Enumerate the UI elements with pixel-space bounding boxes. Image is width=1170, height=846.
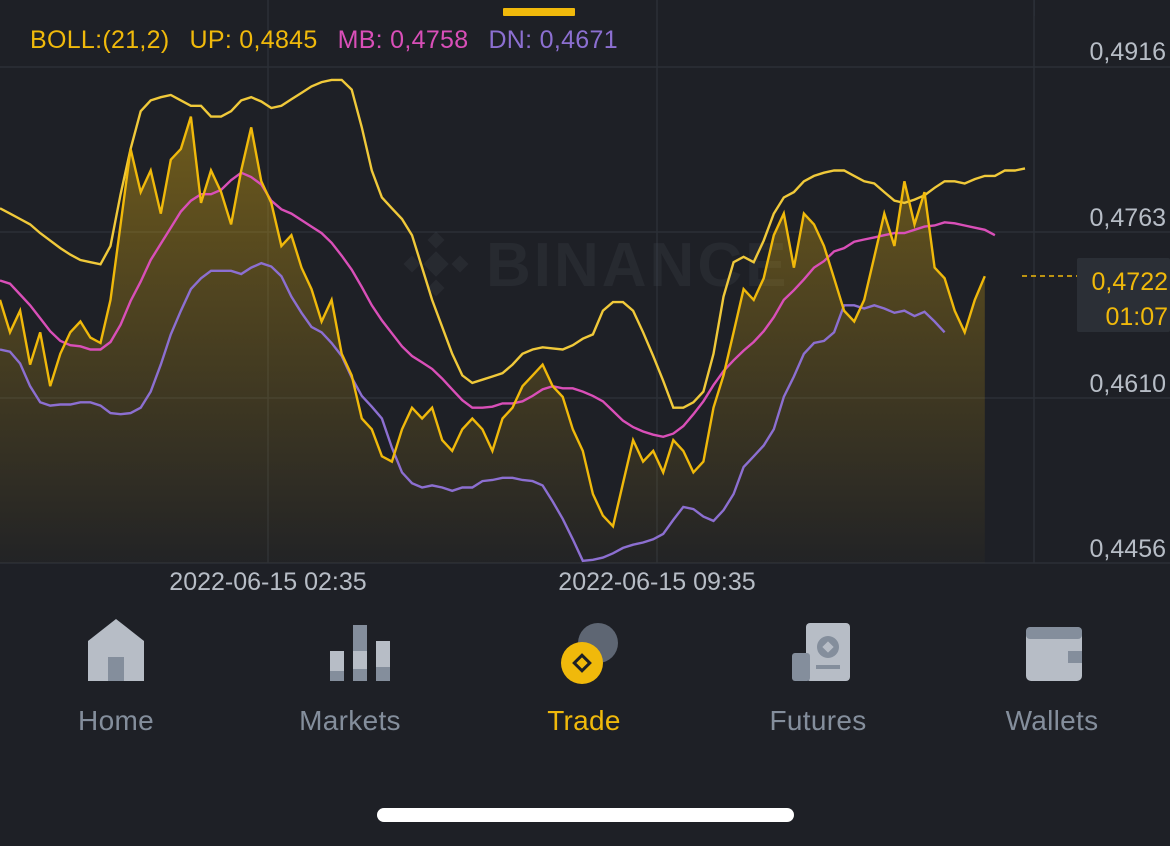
markets-icon <box>330 625 390 681</box>
nav-wallets-label: Wallets <box>1005 705 1099 736</box>
trade-icon <box>561 623 618 684</box>
nav-wallets[interactable]: Wallets <box>962 605 1142 737</box>
boll-dn-value: DN: 0,4671 <box>488 26 618 54</box>
boll-label: BOLL:(21,2) <box>30 26 170 54</box>
y-tick-label: 0,4916 <box>1090 38 1166 66</box>
y-tick-label: 0,4610 <box>1090 370 1166 398</box>
candle-countdown: 01:07 <box>1105 303 1168 331</box>
bottom-navigation: Home Markets Trade Futures Wallets <box>0 605 1170 755</box>
nav-markets-label: Markets <box>299 705 401 736</box>
nav-futures-label: Futures <box>769 705 867 736</box>
x-tick-label: 2022-06-15 09:35 <box>558 568 755 596</box>
x-axis-labels: 2022-06-15 02:35 2022-06-15 09:35 <box>169 568 755 596</box>
home-indicator-bar <box>377 808 794 822</box>
nav-trade[interactable]: Trade <box>494 605 674 737</box>
boll-mb-value: MB: 0,4758 <box>337 26 469 54</box>
nav-futures[interactable]: Futures <box>728 605 908 737</box>
y-tick-label: 0,4763 <box>1090 204 1166 232</box>
nav-trade-label: Trade <box>547 705 621 736</box>
nav-markets[interactable]: Markets <box>260 605 440 737</box>
boll-legend: BOLL:(21,2) UP: 0,4845 MB: 0,4758 DN: 0,467… <box>30 26 638 55</box>
price-chart[interactable]: BINANCE 0,49160,47630,46100,4456 2022-06… <box>0 0 1170 600</box>
x-tick-label: 2022-06-15 02:35 <box>169 568 366 596</box>
nav-home[interactable]: Home <box>26 605 206 737</box>
wallets-icon <box>1026 627 1082 681</box>
nav-home-label: Home <box>78 705 154 736</box>
futures-icon <box>792 623 850 681</box>
y-tick-label: 0,4456 <box>1090 535 1166 563</box>
home-icon <box>88 619 144 681</box>
boll-up-value: UP: 0,4845 <box>189 26 318 54</box>
price-area-fill <box>0 116 985 563</box>
current-price-value: 0,4722 <box>1092 268 1168 296</box>
